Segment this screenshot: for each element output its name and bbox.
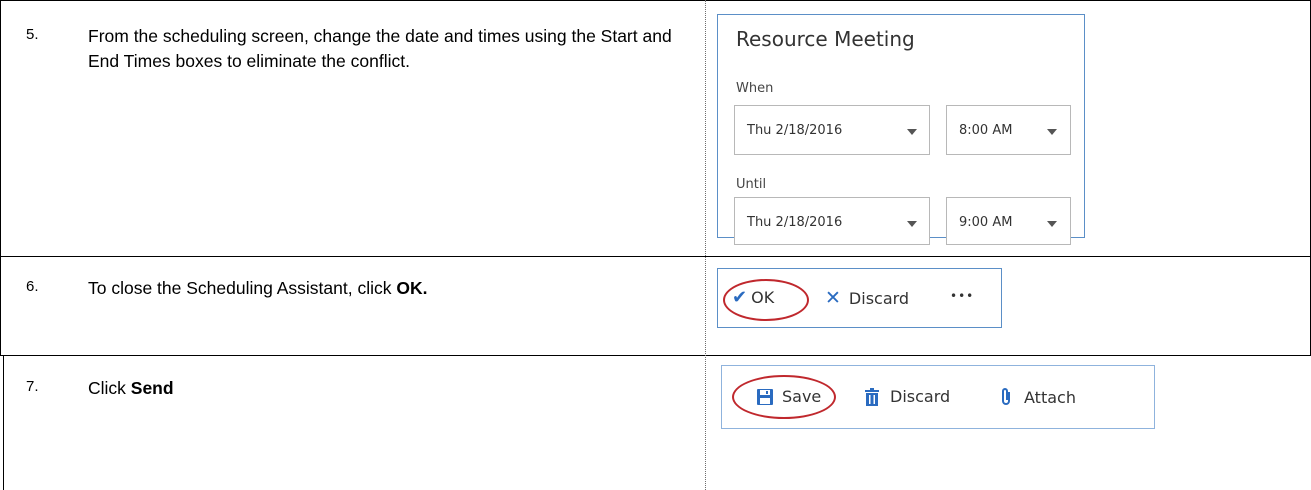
close-icon: ✕: [825, 287, 841, 309]
table-border-top: [0, 0, 1311, 1]
column-divider: [705, 0, 706, 490]
end-time-dropdown[interactable]: 9:00 AM: [946, 197, 1071, 245]
chevron-down-icon: [907, 221, 917, 227]
when-label: When: [736, 81, 774, 96]
compose-toolbar: Save Discard Attach: [721, 365, 1155, 429]
step-text: Click: [88, 378, 131, 398]
scheduling-toolbar: ✔ OK ✕ Discard •••: [717, 268, 1002, 328]
until-label: Until: [736, 177, 767, 192]
step-text: To close the Scheduling Assistant, click: [88, 278, 397, 298]
step-text-bold: OK.: [396, 278, 428, 298]
meeting-title: Resource Meeting: [736, 27, 915, 51]
table-border-left: [0, 0, 1, 356]
start-time-dropdown[interactable]: 8:00 AM: [946, 105, 1071, 155]
paperclip-icon: [1002, 388, 1010, 405]
table-border-left: [3, 356, 4, 490]
end-time-value: 9:00 AM: [959, 215, 1013, 230]
chevron-down-icon: [907, 129, 917, 135]
step-number: 7.: [26, 378, 39, 395]
meeting-time-panel: Resource Meeting When Thu 2/18/2016 8:00…: [717, 14, 1085, 245]
row-divider: [0, 355, 1311, 356]
start-date-value: Thu 2/18/2016: [747, 123, 843, 138]
highlight-circle: [723, 279, 809, 321]
start-date-dropdown[interactable]: Thu 2/18/2016: [734, 105, 930, 155]
more-options-button[interactable]: •••: [950, 289, 974, 303]
discard-label: Discard: [890, 387, 951, 406]
more-icon: •••: [950, 289, 975, 303]
highlight-circle: [732, 375, 836, 419]
step-instruction: Click Send: [88, 376, 688, 401]
step-instruction: From the scheduling screen, change the d…: [88, 26, 672, 71]
end-date-dropdown[interactable]: Thu 2/18/2016: [734, 197, 930, 245]
attach-button[interactable]: Attach: [1000, 387, 1076, 407]
start-time-value: 8:00 AM: [959, 123, 1013, 138]
step-instruction: To close the Scheduling Assistant, click…: [88, 276, 688, 301]
trash-icon: [865, 387, 879, 406]
discard-button[interactable]: ✕ Discard: [825, 287, 909, 309]
step-text-bold: Send: [130, 378, 174, 398]
end-date-value: Thu 2/18/2016: [747, 215, 843, 230]
step-number: 6.: [26, 278, 39, 295]
chevron-down-icon: [1047, 129, 1057, 135]
discard-button[interactable]: Discard: [864, 387, 950, 406]
discard-label: Discard: [848, 288, 910, 308]
step-number: 5.: [26, 26, 39, 43]
attach-label: Attach: [1024, 387, 1076, 407]
chevron-down-icon: [1047, 221, 1057, 227]
row-divider: [0, 256, 1311, 257]
